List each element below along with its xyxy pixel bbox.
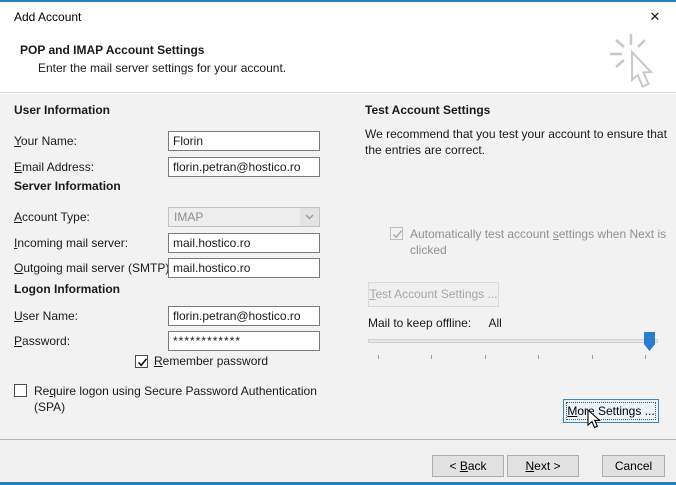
section-server-information: Server Information xyxy=(14,179,121,193)
checkmark-icon xyxy=(137,358,148,367)
section-user-information: User Information xyxy=(14,103,111,117)
page-subtitle: Enter the mail server settings for your … xyxy=(38,61,287,75)
password-label: Password: xyxy=(14,334,71,348)
close-icon[interactable]: ✕ xyxy=(644,7,666,27)
your-name-label: Your Name: xyxy=(14,134,77,148)
user-name-label: User Name: xyxy=(14,309,79,323)
offline-slider-thumb[interactable] xyxy=(644,332,655,351)
auto-test-label: Automatically test account settings when… xyxy=(410,227,667,257)
user-name-input[interactable] xyxy=(168,306,320,326)
account-type-select: IMAP xyxy=(168,207,320,227)
offline-slider-track[interactable] xyxy=(368,339,658,343)
titlebar: Add Account ✕ xyxy=(0,2,676,32)
remember-password-checkbox[interactable] xyxy=(135,355,148,368)
outgoing-server-input[interactable] xyxy=(168,258,320,278)
click-sparkle-icon xyxy=(610,34,654,88)
checkmark-icon xyxy=(392,230,403,239)
account-type-value: IMAP xyxy=(174,210,204,224)
wizard-header: POP and IMAP Account Settings Enter the … xyxy=(0,32,676,93)
incoming-server-label: Incoming mail server: xyxy=(14,236,129,250)
mail-offline-label: Mail to keep offline: All xyxy=(368,316,502,330)
cancel-button[interactable]: Cancel xyxy=(602,455,665,477)
back-button[interactable]: < Back xyxy=(432,455,504,477)
body: User Information Your Name: Email Addres… xyxy=(0,94,676,439)
section-logon-information: Logon Information xyxy=(14,282,120,296)
page-title: POP and IMAP Account Settings xyxy=(20,43,205,57)
slider-tick xyxy=(538,355,539,359)
outgoing-server-label: Outgoing mail server (SMTP): xyxy=(14,261,173,275)
slider-tick xyxy=(645,355,646,359)
incoming-server-input[interactable] xyxy=(168,233,320,253)
auto-test-checkbox xyxy=(390,227,403,240)
slider-tick xyxy=(485,355,486,359)
add-account-dialog: Add Account ✕ POP and IMAP Account Setti… xyxy=(0,0,676,485)
mail-offline-value: All xyxy=(488,316,502,330)
test-description: We recommend that you test your account … xyxy=(365,127,667,157)
chevron-down-icon xyxy=(300,208,319,226)
your-name-input[interactable] xyxy=(168,131,320,151)
account-type-label: Account Type: xyxy=(14,210,90,224)
email-address-label: Email Address: xyxy=(14,160,95,174)
spa-label: Require logon using Secure Password Auth… xyxy=(34,384,317,414)
footer: < Back Next > Cancel xyxy=(0,440,676,482)
slider-tick xyxy=(378,355,379,359)
more-settings-button[interactable]: More Settings ... xyxy=(563,399,659,423)
next-button[interactable]: Next > xyxy=(507,455,579,477)
remember-password-label: Remember password xyxy=(154,354,269,368)
test-account-settings-button: Test Account Settings ... xyxy=(368,282,499,307)
email-address-input[interactable] xyxy=(168,157,320,177)
slider-tick xyxy=(431,355,432,359)
password-input[interactable] xyxy=(168,331,320,351)
spa-checkbox[interactable] xyxy=(14,384,27,397)
slider-tick xyxy=(592,355,593,359)
window-title: Add Account xyxy=(14,10,82,24)
section-test-account-settings: Test Account Settings xyxy=(365,103,491,117)
